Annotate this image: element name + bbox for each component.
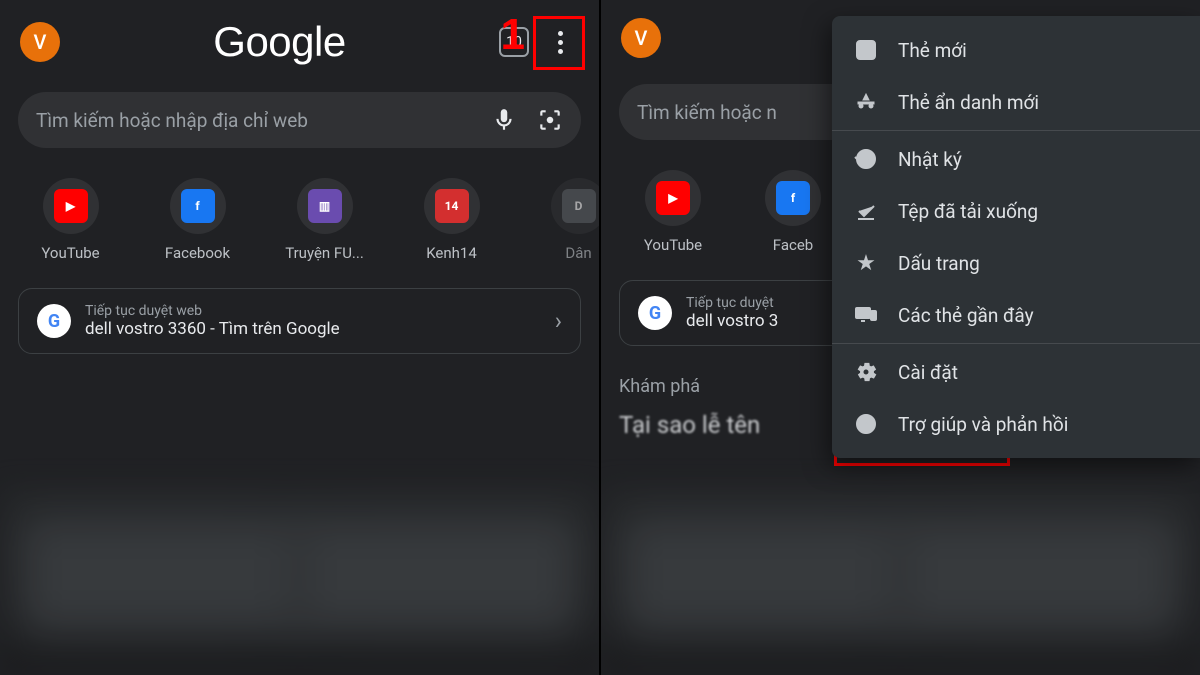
menu-new-tab[interactable]: Thẻ mới bbox=[832, 24, 1200, 76]
menu-recent-tabs[interactable]: Các thẻ gần đây bbox=[832, 289, 1200, 344]
menu-label: Các thẻ gần đây bbox=[898, 304, 1034, 327]
menu-settings[interactable]: Cài đặt bbox=[832, 346, 1200, 398]
menu-history[interactable]: Nhật ký bbox=[832, 133, 1200, 185]
menu-label: Dấu trang bbox=[898, 252, 980, 275]
search-bar[interactable]: Tìm kiếm hoặc nhập địa chỉ web bbox=[18, 92, 581, 148]
incognito-icon bbox=[854, 90, 878, 114]
menu-incognito[interactable]: Thẻ ẩn danh mới bbox=[832, 76, 1200, 131]
shortcut-youtube[interactable]: ▶YouTube bbox=[623, 170, 723, 254]
facebook-icon: f bbox=[776, 181, 810, 215]
gear-icon bbox=[854, 360, 878, 384]
screenshot-step-2: V Tìm kiếm hoặc n ▶YouTube fFaceb G Tiếp… bbox=[601, 0, 1200, 675]
history-icon bbox=[854, 147, 878, 171]
annotation-number-1: 1 bbox=[501, 10, 525, 60]
shortcut-youtube[interactable]: ▶YouTube bbox=[21, 178, 121, 262]
chrome-overflow-menu: Thẻ mới Thẻ ẩn danh mới Nhật ký Tệp đã t… bbox=[832, 16, 1200, 458]
star-icon: ★ bbox=[854, 251, 878, 275]
shortcut-kenh14[interactable]: 14Kenh14 bbox=[402, 178, 502, 262]
menu-label: Thẻ mới bbox=[898, 39, 967, 62]
shortcuts-row: ▶YouTube fFacebook ▥Truyện FU... 14Kenh1… bbox=[0, 148, 599, 262]
chevron-right-icon: › bbox=[555, 307, 562, 335]
kenh14-icon: 14 bbox=[435, 189, 469, 223]
menu-label: Nhật ký bbox=[898, 148, 962, 171]
discover-feed-blurred bbox=[0, 485, 599, 675]
continue-heading: Tiếp tục duyệt web bbox=[85, 303, 541, 319]
shortcut-facebook[interactable]: fFacebook bbox=[148, 178, 248, 262]
devices-icon bbox=[854, 303, 878, 327]
menu-label: Trợ giúp và phản hồi bbox=[898, 413, 1068, 436]
annotation-box-1 bbox=[533, 16, 585, 70]
menu-bookmarks[interactable]: ★ Dấu trang bbox=[832, 237, 1200, 289]
menu-label: Tệp đã tải xuống bbox=[898, 200, 1038, 223]
site-icon: D bbox=[562, 189, 596, 223]
profile-avatar[interactable]: V bbox=[20, 22, 60, 62]
facebook-icon: f bbox=[181, 189, 215, 223]
book-icon: ▥ bbox=[308, 189, 342, 223]
shortcut-truyen[interactable]: ▥Truyện FU... bbox=[275, 178, 375, 262]
discover-feed-blurred bbox=[601, 485, 1200, 675]
menu-label: Thẻ ẩn danh mới bbox=[898, 91, 1039, 114]
google-g-icon: G bbox=[638, 296, 672, 330]
youtube-icon: ▶ bbox=[656, 181, 690, 215]
youtube-icon: ▶ bbox=[54, 189, 88, 223]
screenshot-step-1: V Google 10 1 Tìm kiếm hoặc nhập địa chỉ… bbox=[0, 0, 601, 675]
google-logo: Google bbox=[213, 18, 345, 66]
shortcut-dantri[interactable]: DDân bbox=[529, 178, 602, 262]
shortcut-facebook[interactable]: fFaceb bbox=[743, 170, 843, 254]
voice-search-icon[interactable] bbox=[491, 107, 517, 133]
profile-avatar[interactable]: V bbox=[621, 18, 661, 58]
menu-downloads[interactable]: Tệp đã tải xuống bbox=[832, 185, 1200, 237]
menu-help[interactable]: Trợ giúp và phản hồi bbox=[832, 398, 1200, 450]
download-done-icon bbox=[854, 199, 878, 223]
google-g-icon: G bbox=[37, 304, 71, 338]
lens-search-icon[interactable] bbox=[537, 107, 563, 133]
help-icon bbox=[854, 412, 878, 436]
continue-browsing-card[interactable]: G Tiếp tục duyệt web dell vostro 3360 - … bbox=[18, 288, 581, 354]
menu-label: Cài đặt bbox=[898, 361, 958, 384]
plus-box-icon bbox=[854, 38, 878, 62]
search-placeholder: Tìm kiếm hoặc nhập địa chỉ web bbox=[36, 109, 481, 132]
continue-title: dell vostro 3360 - Tìm trên Google bbox=[85, 319, 541, 339]
